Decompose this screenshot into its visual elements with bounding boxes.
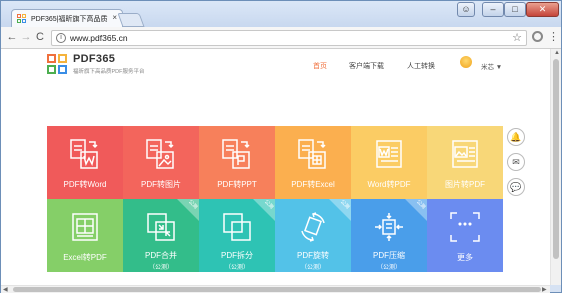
tile-label: PDF转PPT <box>217 180 257 189</box>
reload-button[interactable]: C <box>33 30 47 45</box>
pdf365-favicon-icon <box>17 14 27 24</box>
tile-sublabel: （公测） <box>300 265 325 271</box>
mail-icon[interactable]: ✉ <box>507 153 525 171</box>
tile-label: PDF拆分 <box>221 251 253 260</box>
browser-menu-icon[interactable]: ⋮ <box>548 30 559 45</box>
tile-excel-to-pdf[interactable]: Excel转PDF <box>47 199 123 272</box>
user-menu[interactable]: 米芯 ▼ <box>481 61 502 71</box>
back-button[interactable]: ← <box>5 30 19 45</box>
tile-label: PDF转Word <box>63 180 107 189</box>
tile-more[interactable]: 更多 <box>427 199 503 272</box>
chat-icon[interactable]: 💬 <box>507 178 525 196</box>
tile-sublabel: （公测） <box>148 265 173 271</box>
tile-label: PDF转Excel <box>291 180 335 189</box>
browser-window: PDF365|福昕旗下高品质 × ☺ – □ ✕ ← → C i www.pdf… <box>0 0 562 293</box>
horizontal-scroll-thumb[interactable] <box>13 287 541 292</box>
excel-to-pdf-icon <box>72 213 98 241</box>
info-icon[interactable]: i <box>56 33 66 43</box>
forward-button[interactable]: → <box>19 30 33 45</box>
pdf-split-icon <box>223 213 251 241</box>
tile-pdf-to-word[interactable]: PDF转Word <box>47 126 123 199</box>
pdf-to-excel-icon <box>298 139 326 169</box>
address-bar[interactable]: i www.pdf365.cn ☆ <box>51 30 527 46</box>
bell-icon[interactable]: 🔔 <box>507 128 525 146</box>
horizontal-scrollbar[interactable]: ◀ ▶ <box>1 285 550 293</box>
pdf-to-image-icon <box>146 139 174 169</box>
vertical-scroll-thumb[interactable] <box>553 59 559 259</box>
tile-label: 图片转PDF <box>445 180 485 189</box>
tile-label: PDF旋转 <box>297 251 329 260</box>
new-tab-button[interactable] <box>117 13 145 27</box>
tile-word-to-pdf[interactable]: Word转PDF <box>351 126 427 199</box>
minimize-button[interactable]: – <box>482 2 504 17</box>
tile-sublabel: （公测） <box>376 265 401 271</box>
nav-manual-convert-link[interactable]: 人工转换 <box>407 61 435 71</box>
tile-label: 更多 <box>457 253 473 262</box>
address-toolbar: ← → C i www.pdf365.cn ☆ ⋮ <box>1 27 561 49</box>
vertical-scrollbar[interactable]: ▲ <box>550 49 561 285</box>
pdf365-logo-icon[interactable] <box>47 54 69 76</box>
nav-home-link[interactable]: 首页 <box>313 61 327 71</box>
tile-label: Excel转PDF <box>63 253 107 262</box>
avatar[interactable] <box>460 56 472 68</box>
maximize-button[interactable]: □ <box>504 2 526 17</box>
bookmark-star-icon[interactable]: ☆ <box>512 31 522 44</box>
title-bar: PDF365|福昕旗下高品质 × ☺ – □ ✕ <box>1 1 561 29</box>
site-slogan: 福昕旗下高品质PDF服务平台 <box>73 69 145 75</box>
tile-pdf-to-image[interactable]: PDF转图片 <box>123 126 199 199</box>
scroll-right-icon[interactable]: ▶ <box>542 286 547 293</box>
pdf-to-ppt-icon <box>222 139 250 169</box>
extension-icon[interactable] <box>532 31 543 42</box>
close-window-button[interactable]: ✕ <box>526 2 559 17</box>
tile-pdf-compress[interactable]: 公测 PDF压缩 （公测） <box>351 199 427 272</box>
tile-pdf-to-excel[interactable]: PDF转Excel <box>275 126 351 199</box>
tile-label: PDF合并 <box>145 251 177 260</box>
tile-pdf-to-ppt[interactable]: PDF转PPT <box>199 126 275 199</box>
pdf-compress-icon <box>375 213 403 241</box>
tab-title: PDF365|福昕旗下高品质 <box>31 16 108 23</box>
profile-button[interactable]: ☺ <box>457 2 475 17</box>
page-viewport: PDF365 福昕旗下高品质PDF服务平台 首页 客户端下载 人工转换 米芯 ▼… <box>1 49 550 285</box>
image-to-pdf-icon <box>452 140 478 168</box>
tab-close-icon[interactable]: × <box>112 13 117 22</box>
url-text[interactable]: www.pdf365.cn <box>70 33 128 43</box>
scroll-up-icon[interactable]: ▲ <box>554 50 560 56</box>
tile-pdf-split[interactable]: 公测 PDF拆分 （公测） <box>199 199 275 272</box>
word-to-pdf-icon <box>376 140 402 168</box>
scroll-left-icon[interactable]: ◀ <box>3 286 8 293</box>
more-icon <box>450 212 480 242</box>
tile-label: PDF转图片 <box>141 180 181 189</box>
tile-label: Word转PDF <box>367 180 411 189</box>
tile-label: PDF压缩 <box>373 251 405 260</box>
tile-sublabel: （公测） <box>224 265 249 271</box>
pdf-merge-icon <box>147 213 175 241</box>
pdf-rotate-icon <box>301 212 325 242</box>
browser-tab[interactable]: PDF365|福昕旗下高品质 × <box>11 9 123 29</box>
nav-client-download-link[interactable]: 客户端下载 <box>349 61 384 71</box>
tile-image-to-pdf[interactable]: 图片转PDF <box>427 126 503 199</box>
site-name[interactable]: PDF365 <box>73 53 115 65</box>
tile-pdf-merge[interactable]: 公测 PDF合并 （公测） <box>123 199 199 272</box>
tile-pdf-rotate[interactable]: 公测 PDF旋转 （公测） <box>275 199 351 272</box>
pdf-to-word-icon <box>70 139 98 169</box>
